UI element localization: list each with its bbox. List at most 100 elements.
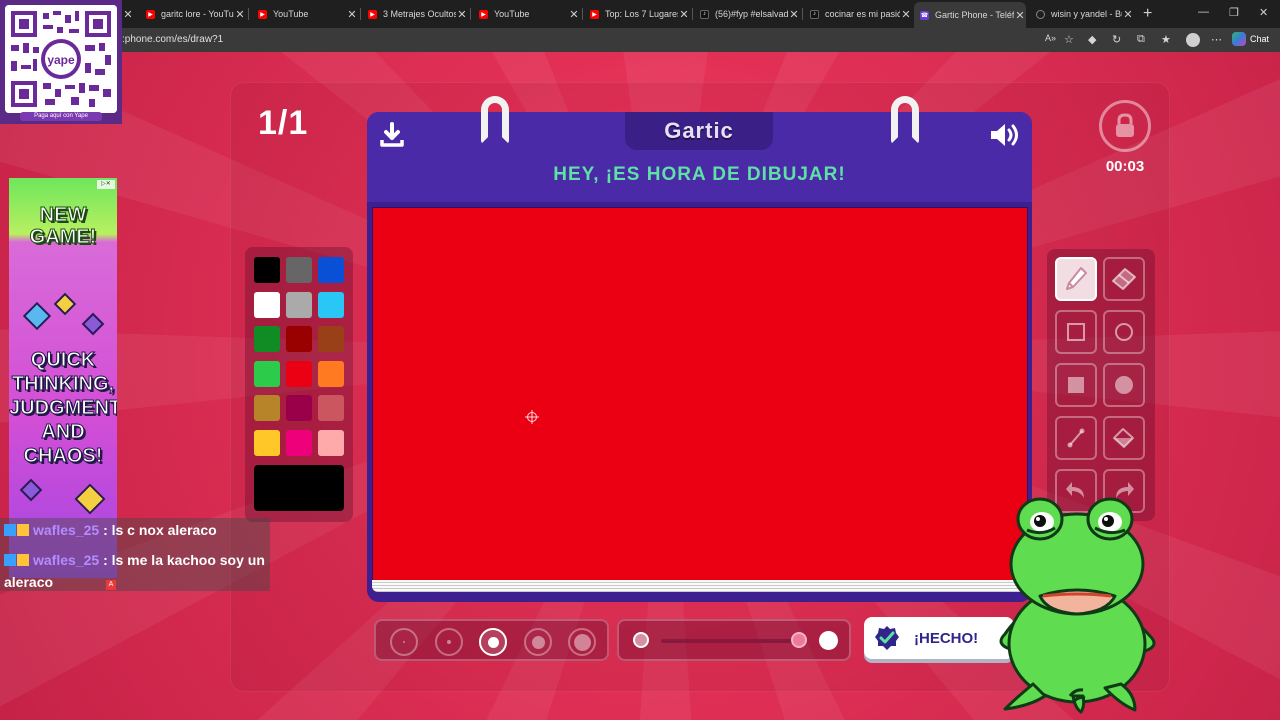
gartic-logo: Gartic (625, 112, 773, 150)
color-swatch[interactable] (254, 257, 280, 283)
favorites-icon[interactable]: ★ (1161, 33, 1171, 46)
crosshair-cursor-icon (525, 410, 539, 424)
restore-icon[interactable]: ❐ (1229, 6, 1239, 19)
close-icon[interactable]: ✕ (1014, 8, 1026, 22)
read-aloud-icon[interactable]: A» (1045, 33, 1056, 43)
more-menu-icon[interactable]: ⋯ (1211, 33, 1222, 46)
chat-badge-icon (17, 524, 29, 536)
extension-icon[interactable]: ◆ (1088, 33, 1096, 46)
tab-5[interactable]: ♪ (56)#fyp #elsalvador ✕ (694, 4, 800, 24)
color-swatch[interactable] (286, 291, 312, 318)
minimize-icon[interactable]: — (1198, 6, 1209, 18)
ellipse-outline-tool-button[interactable] (1103, 310, 1145, 354)
ellipse-filled-tool-button[interactable] (1103, 363, 1145, 407)
chat-text: : ls c nox aleraco (103, 522, 217, 538)
refresh-icon[interactable]: ↻ (1112, 33, 1121, 46)
color-swatch[interactable] (318, 326, 344, 353)
color-swatch[interactable] (318, 395, 344, 422)
opacity-min-icon (633, 632, 649, 648)
favorite-star-icon[interactable]: ☆ (1064, 33, 1074, 46)
ad-choices-icon[interactable]: ▷✕ (97, 180, 115, 189)
line-tool-button[interactable] (1055, 416, 1097, 460)
color-swatch[interactable] (318, 291, 344, 318)
chat-indicator-icon: A (106, 580, 116, 590)
color-swatch[interactable] (318, 257, 344, 283)
tab-2[interactable]: ▶ 3 Metrajes Ocultos D ✕ (362, 4, 468, 24)
pencil-icon (1066, 267, 1087, 290)
tab-1[interactable]: ▶ YouTube ✕ (252, 4, 358, 24)
opacity-max-icon (819, 631, 838, 650)
close-icon[interactable]: ✕ (234, 7, 246, 21)
color-swatch[interactable] (254, 395, 280, 422)
slider-thumb[interactable] (791, 632, 807, 648)
split-screen-icon[interactable]: ⧉ (1137, 33, 1145, 46)
close-icon[interactable]: ✕ (788, 7, 800, 21)
svg-text:yape: yape (47, 53, 75, 67)
brush-size-5[interactable] (568, 628, 596, 656)
color-swatch[interactable] (254, 326, 280, 353)
eraser-icon (1112, 268, 1136, 290)
color-swatch[interactable] (286, 257, 312, 283)
tab-6[interactable]: ♪ cocinar es mi pasión ✕ (804, 4, 912, 24)
ellipse-outline-icon (1115, 323, 1133, 341)
timer-lock-button (1099, 100, 1151, 152)
copilot-icon (1232, 32, 1246, 46)
tab-3[interactable]: ▶ YouTube ✕ (473, 4, 580, 24)
sketchbook-header: Gartic HEY, ¡ES HORA DE DIBUJAR! (367, 96, 1032, 202)
gem-icon (53, 292, 77, 316)
pencil-tool-button[interactable] (1055, 257, 1097, 301)
eraser-tool-button[interactable] (1103, 257, 1145, 301)
volume-icon[interactable] (988, 120, 1022, 150)
lock-icon (1116, 113, 1134, 137)
tab-7-active[interactable]: ☎ Gartic Phone - Teléfo ✕ (914, 2, 1026, 28)
color-swatch[interactable] (286, 326, 312, 353)
brush-size-2[interactable] (435, 628, 463, 656)
color-swatch[interactable] (254, 430, 280, 456)
color-swatch[interactable] (286, 430, 312, 456)
color-swatch[interactable] (254, 291, 280, 318)
rectangle-filled-tool-button[interactable] (1055, 363, 1097, 407)
window-close-icon[interactable]: ✕ (1259, 6, 1268, 19)
color-swatch[interactable] (318, 360, 344, 387)
download-icon[interactable] (379, 122, 405, 148)
binder-ring-right (891, 96, 919, 144)
brush-size-1[interactable] (390, 628, 418, 656)
color-swatch[interactable] (286, 395, 312, 422)
qr-code-icon: yape (5, 5, 117, 113)
close-icon[interactable]: ✕ (678, 7, 690, 21)
ad-headline: NEW GAME! (29, 204, 97, 249)
gem-icon (19, 478, 43, 502)
close-icon[interactable]: ✕ (900, 7, 912, 21)
tab-0[interactable]: ▶ garitc lore - YouTube ✕ (140, 4, 246, 24)
tab-4[interactable]: ▶ Top: Los 7 Lugares M ✕ (584, 4, 690, 24)
color-swatch[interactable] (286, 360, 312, 387)
gem-icon (22, 301, 52, 331)
drawing-canvas[interactable] (372, 207, 1028, 585)
close-icon[interactable]: ✕ (346, 7, 358, 21)
slider-track[interactable] (661, 639, 801, 643)
fill-bucket-tool-button[interactable] (1103, 416, 1145, 460)
chat-message: wafles_25 : ls me la kachoo soy un alera… (4, 549, 270, 593)
opacity-slider[interactable] (617, 619, 851, 661)
close-icon[interactable]: ✕ (456, 7, 468, 21)
color-palette (245, 247, 353, 522)
url-field[interactable]: :phone.com/es/draw?1 (122, 34, 223, 45)
color-swatch[interactable] (254, 360, 280, 387)
brush-size-3[interactable] (479, 628, 507, 656)
new-tab-button[interactable]: + (1143, 5, 1152, 23)
color-swatch[interactable] (318, 430, 344, 456)
rectangle-outline-icon (1067, 323, 1085, 341)
tool-panel (1047, 249, 1155, 521)
tab-close-prev[interactable]: ✕ (122, 4, 136, 24)
chat-username: wafles_25 (33, 522, 100, 538)
copilot-chat-button[interactable]: Chat (1232, 32, 1269, 46)
tab-8[interactable]: wisin y yandel - Búsq ✕ (1030, 4, 1134, 24)
brush-size-4[interactable] (524, 628, 552, 656)
youtube-icon: ▶ (368, 9, 377, 19)
rectangle-outline-tool-button[interactable] (1055, 310, 1097, 354)
bing-icon (1036, 9, 1045, 19)
close-icon[interactable]: ✕ (1122, 7, 1134, 21)
close-icon[interactable]: ✕ (568, 7, 580, 21)
profile-avatar[interactable] (1186, 33, 1200, 47)
gem-icon (81, 312, 105, 336)
